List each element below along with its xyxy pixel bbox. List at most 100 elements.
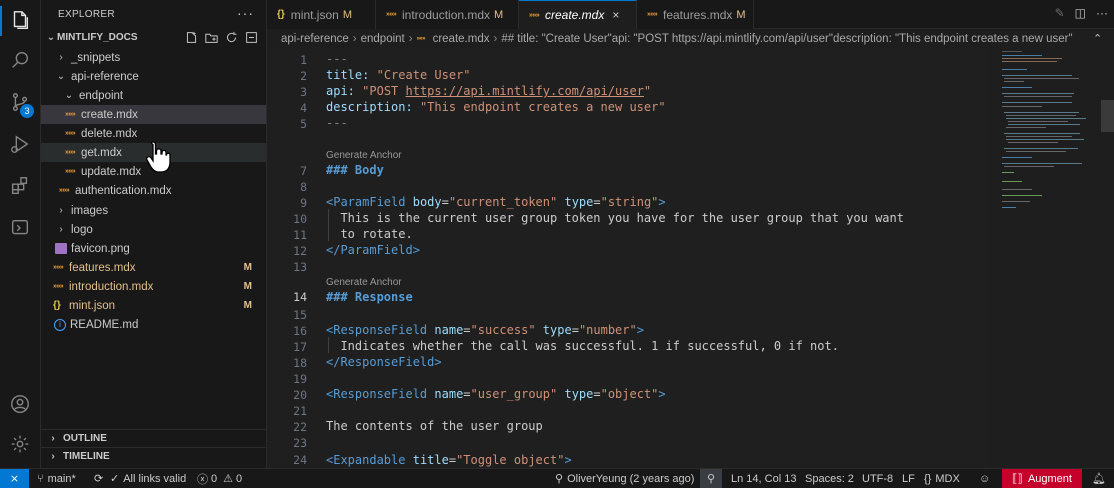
minimap-line — [1002, 106, 1042, 107]
breadcrumb-symbol[interactable]: ## title: "Create User"api: "POST https:… — [501, 33, 1072, 45]
code-lens-generate-anchor[interactable]: Generate Anchor — [326, 277, 402, 288]
tree-folder-images[interactable]: › images — [41, 201, 266, 220]
problems-status[interactable]: ⓧ 0 ⚠ 0 — [197, 469, 242, 488]
edit-pencil-icon[interactable]: ✎ — [1055, 6, 1065, 20]
tree-file-favicon-png[interactable]: favicon.png — [41, 239, 266, 258]
jsx-attr: type — [564, 387, 594, 401]
end-of-line[interactable]: LF — [902, 469, 915, 488]
source-control-badge: 3 — [20, 104, 34, 118]
yaml-key: api: — [326, 84, 355, 98]
breadcrumb-item[interactable]: api-reference — [281, 33, 349, 45]
json-file-icon: {} — [53, 300, 61, 311]
tree-file-introduction-mdx[interactable]: »»» introduction.mdx M — [41, 277, 266, 296]
tree-folder-logo[interactable]: › logo — [41, 220, 266, 239]
mdx-file-icon: »»» — [65, 130, 76, 137]
mdx-file-icon: »»» — [53, 264, 64, 271]
jsx-tag: <ParamField — [326, 195, 406, 209]
tab-introduction-mdx[interactable]: »»» introduction.mdx M — [376, 0, 519, 29]
remote-explorer-icon[interactable] — [8, 216, 32, 240]
line-number: 12 — [293, 244, 307, 258]
code-line: <Expandable title="Toggle object"> — [326, 453, 572, 467]
line-number: 14 — [293, 290, 307, 304]
zoom-search-icon[interactable]: ⚲ — [700, 469, 722, 488]
augment-icon: ⟦⟧ — [1012, 473, 1023, 485]
close-icon[interactable]: × — [612, 8, 619, 22]
git-blame[interactable]: ⚲ OliverYeung (2 years ago) — [555, 469, 694, 488]
outline-section[interactable]: › OUTLINE — [41, 429, 266, 447]
branch-name: main* — [47, 472, 76, 485]
markdown-info-icon: i — [54, 318, 66, 331]
check-icon: ✓ — [110, 473, 120, 485]
augment-button[interactable]: ⟦⟧ Augment — [1002, 469, 1082, 488]
settings-gear-icon[interactable] — [8, 432, 32, 456]
line-number: 21 — [293, 404, 307, 418]
search-icon[interactable] — [8, 48, 32, 72]
new-file-icon[interactable] — [184, 30, 198, 44]
minimap-line — [1004, 133, 1080, 134]
code-lens-generate-anchor[interactable]: Generate Anchor — [326, 150, 402, 161]
collapse-all-icon[interactable] — [244, 30, 258, 44]
line-number: 10 — [293, 212, 307, 226]
run-debug-icon[interactable] — [8, 132, 32, 156]
tree-file-features-mdx[interactable]: »»» features.mdx M — [41, 258, 266, 277]
git-branch[interactable]: ⑂ main* — [37, 469, 76, 488]
tree-label: features.mdx — [69, 261, 136, 274]
code-line: The contents of the user group — [326, 419, 543, 433]
links-status[interactable]: ✓ All links valid — [110, 469, 186, 488]
minimap-line — [1004, 96, 1072, 97]
tab-label: features.mdx — [663, 7, 733, 22]
minimap-line — [1008, 121, 1068, 122]
code-line: to rotate. — [326, 227, 413, 241]
account-icon[interactable] — [8, 392, 32, 416]
minimap[interactable] — [994, 49, 1094, 219]
editor-tabs: {} mint.json M »»» introduction.mdx M »»… — [267, 0, 1114, 29]
tree-folder-snippets[interactable]: › _snippets — [41, 48, 266, 67]
tree-file-mint-json[interactable]: {} mint.json M — [41, 296, 266, 315]
breadcrumb-item[interactable]: create.mdx — [433, 33, 490, 45]
breadcrumb-item[interactable]: endpoint — [361, 33, 405, 45]
language-mode[interactable]: {} MDX — [924, 469, 960, 488]
new-folder-icon[interactable] — [204, 30, 218, 44]
more-actions-icon[interactable]: ··· — [237, 5, 254, 21]
explorer-header: EXPLORER ··· — [41, 0, 266, 28]
tree-folder-api-reference[interactable]: ⌄ api-reference — [41, 67, 266, 86]
split-editor-icon[interactable]: ◫ — [1075, 6, 1086, 20]
cursor-position[interactable]: Ln 14, Col 13 — [731, 469, 796, 488]
line-number: 23 — [293, 436, 307, 450]
line-number: 22 — [293, 420, 307, 434]
encoding[interactable]: UTF-8 — [862, 469, 893, 488]
tree-folder-endpoint[interactable]: ⌄ endpoint — [41, 86, 266, 105]
sync-icon[interactable]: ⟳ — [94, 469, 103, 488]
chevron-up-icon[interactable]: ⌃ — [1093, 32, 1102, 45]
tree-label: favicon.png — [71, 242, 130, 255]
chevron-down-icon: ⌄ — [56, 71, 66, 82]
files-icon[interactable] — [8, 8, 32, 32]
copilot-icon[interactable]: ☺ — [979, 469, 990, 488]
chevron-right-icon: › — [352, 33, 357, 45]
api-link[interactable]: https://api.mintlify.com/api/user — [406, 84, 644, 98]
tree-file-create-mdx[interactable]: »»» create.mdx — [41, 105, 266, 124]
remote-indicator-icon[interactable]: ⨯ — [0, 469, 29, 488]
json-file-icon: {} — [277, 9, 285, 20]
tab-features-mdx[interactable]: »»» features.mdx M — [637, 0, 754, 29]
jsx-value: "number" — [578, 323, 637, 337]
editor-scrollbar-thumb[interactable] — [1101, 100, 1114, 132]
mdx-file-icon: »»» — [59, 187, 70, 194]
timeline-section[interactable]: › TIMELINE — [41, 447, 266, 465]
refresh-icon[interactable] — [224, 30, 238, 44]
tab-create-mdx[interactable]: »»» create.mdx × — [519, 0, 637, 29]
more-actions-icon[interactable]: ··· — [1096, 6, 1108, 20]
tree-file-authentication-mdx[interactable]: »»» authentication.mdx — [41, 181, 266, 200]
mdx-file-icon: »»» — [647, 11, 658, 18]
jsx-attr: title — [412, 453, 449, 467]
tree-file-readme-md[interactable]: i README.md — [41, 315, 266, 334]
tab-mint-json[interactable]: {} mint.json M — [267, 0, 376, 29]
chevron-right-icon: › — [51, 433, 55, 444]
extensions-icon[interactable] — [8, 174, 32, 198]
chevron-right-icon: › — [59, 205, 63, 216]
minimap-line — [1002, 58, 1062, 59]
code-editor[interactable]: 1 2 3 4 5 7 8 9 10 11 12 13 14 15 16 17 … — [267, 49, 987, 468]
indentation[interactable]: Spaces: 2 — [805, 469, 854, 488]
notifications-bell-icon[interactable]: 🔔︎ — [1092, 469, 1106, 488]
minimap-line — [1002, 51, 1022, 52]
